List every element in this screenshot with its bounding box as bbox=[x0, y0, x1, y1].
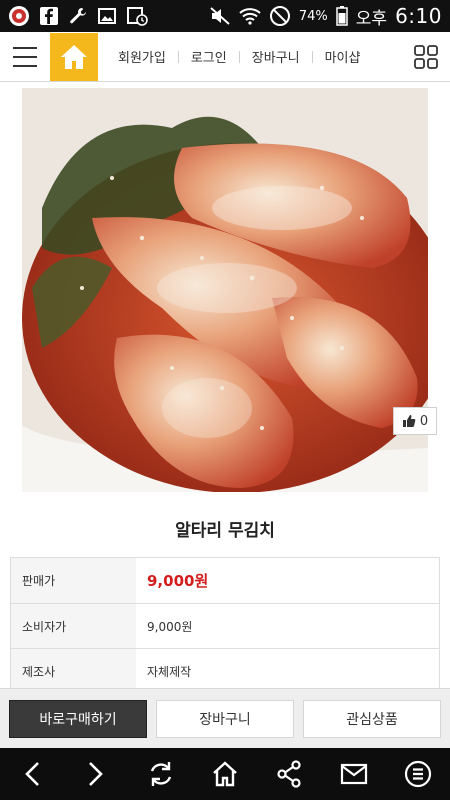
info-row-manufacturer: 제조사 자체제작 bbox=[11, 648, 439, 693]
status-bar: 74% 오후 6:10 bbox=[0, 0, 450, 32]
clock-ampm: 오후 bbox=[355, 8, 388, 29]
mail-icon bbox=[340, 763, 367, 785]
share-icon bbox=[277, 760, 301, 788]
like-button[interactable]: 0 bbox=[393, 407, 437, 435]
grid-icon bbox=[414, 44, 438, 69]
info-row-sale-price: 판매가 9,000원 bbox=[11, 558, 439, 603]
browser-bottom-nav bbox=[0, 748, 450, 800]
product-image bbox=[22, 88, 428, 492]
thumbs-up-icon bbox=[402, 415, 416, 427]
nav-links: 회원가입 로그인 장바구니 마이샵 bbox=[98, 47, 402, 66]
app-icon bbox=[8, 5, 30, 27]
do-not-disturb-icon bbox=[269, 5, 291, 27]
nav-link-signup[interactable]: 회원가입 bbox=[106, 47, 178, 66]
status-bar-right: 74% 오후 6:10 bbox=[209, 4, 442, 29]
menu-icon bbox=[404, 760, 431, 788]
add-to-cart-button[interactable]: 장바구니 bbox=[156, 699, 294, 738]
image-icon bbox=[97, 6, 117, 26]
info-label: 판매가 bbox=[11, 558, 136, 603]
hamburger-icon bbox=[13, 46, 37, 49]
battery-percent: 74% bbox=[298, 8, 328, 24]
top-navigation: 회원가입 로그인 장바구니 마이샵 bbox=[0, 32, 450, 82]
share-button[interactable] bbox=[264, 749, 314, 799]
facebook-icon bbox=[39, 6, 59, 26]
product-info-table: 판매가 9,000원 소비자가 9,000원 제조사 자체제작 bbox=[10, 557, 440, 694]
menu-button[interactable] bbox=[0, 32, 50, 82]
home-button[interactable] bbox=[50, 32, 98, 81]
wishlist-button[interactable]: 관심상품 bbox=[303, 699, 441, 738]
home-nav-button[interactable] bbox=[200, 749, 250, 799]
nav-link-login[interactable]: 로그인 bbox=[179, 47, 239, 66]
forward-icon bbox=[89, 762, 104, 786]
back-button[interactable] bbox=[7, 749, 57, 799]
buy-now-button[interactable]: 바로구매하기 bbox=[9, 699, 147, 738]
nav-link-cart[interactable]: 장바구니 bbox=[240, 47, 312, 66]
calendar-clock-icon bbox=[126, 6, 148, 26]
info-label: 제조사 bbox=[11, 649, 136, 693]
consumer-price-value: 9,000원 bbox=[147, 619, 193, 634]
sale-price-value: 9,000원 bbox=[147, 572, 209, 590]
wifi-icon bbox=[239, 6, 261, 26]
forward-button[interactable] bbox=[71, 749, 121, 799]
home-icon bbox=[61, 44, 87, 69]
status-bar-left bbox=[8, 5, 148, 27]
info-row-consumer-price: 소비자가 9,000원 bbox=[11, 603, 439, 648]
info-label: 소비자가 bbox=[11, 604, 136, 648]
grid-menu-button[interactable] bbox=[402, 33, 450, 81]
like-count: 0 bbox=[419, 413, 429, 429]
back-icon bbox=[25, 762, 40, 786]
mute-icon bbox=[209, 6, 231, 26]
purchase-action-bar: 바로구매하기 장바구니 관심상품 bbox=[0, 688, 450, 748]
clock-time: 6:10 bbox=[395, 4, 442, 28]
manufacturer-value: 자체제작 bbox=[147, 664, 192, 679]
refresh-button[interactable] bbox=[136, 749, 186, 799]
refresh-icon bbox=[150, 762, 171, 786]
mail-button[interactable] bbox=[329, 749, 379, 799]
product-title: 알타리 무김치 bbox=[175, 521, 275, 541]
nav-link-myshop[interactable]: 마이샵 bbox=[313, 47, 373, 66]
home-icon bbox=[213, 761, 237, 787]
browser-menu-button[interactable] bbox=[393, 749, 443, 799]
wrench-icon bbox=[68, 6, 88, 26]
battery-icon bbox=[336, 6, 348, 26]
